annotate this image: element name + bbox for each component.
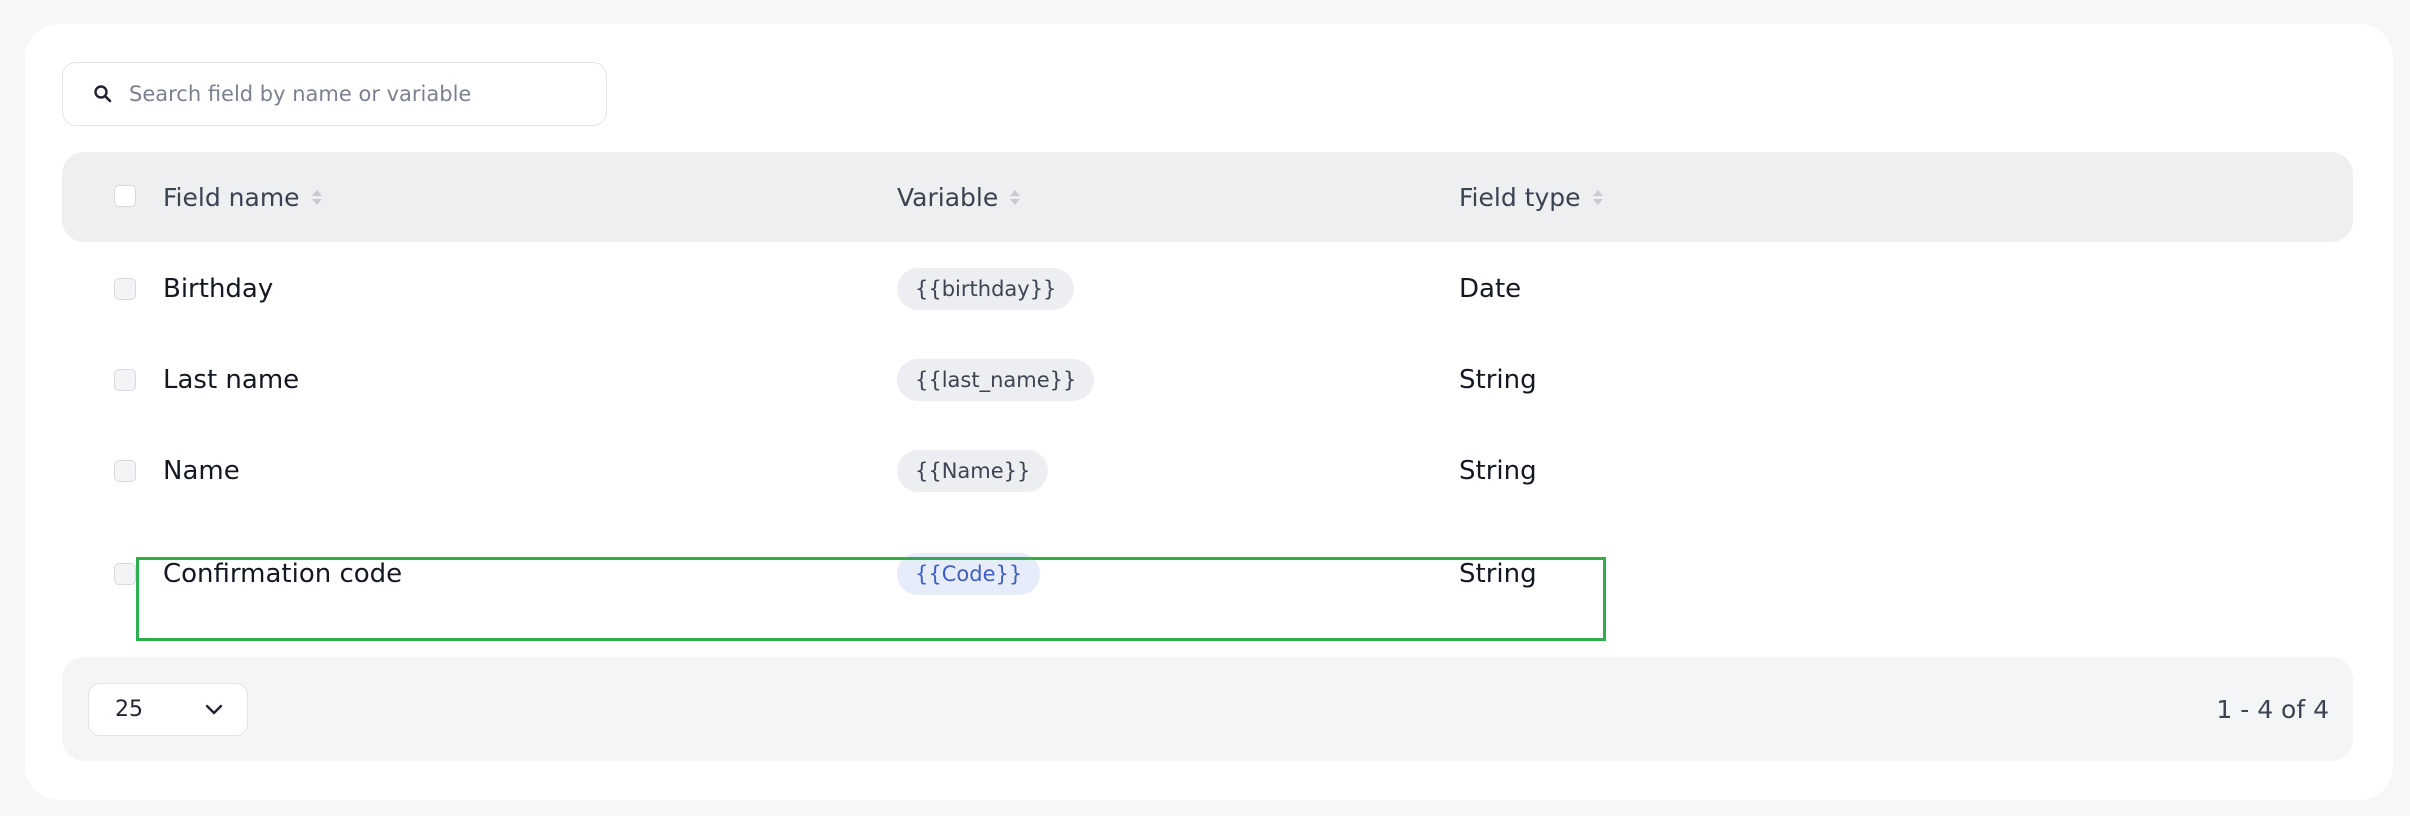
row-checkbox[interactable]: [114, 278, 136, 300]
chevron-down-icon: [205, 697, 223, 722]
variable-chip[interactable]: {{Name}}: [897, 450, 1049, 492]
sort-icon[interactable]: [1592, 189, 1603, 205]
table-footer: 25 1 - 4 of 4: [62, 657, 2353, 761]
column-header-label: Field type: [1459, 182, 1581, 212]
field-name-cell: Birthday: [163, 274, 274, 304]
field-type-cell: String: [1459, 456, 1537, 486]
page-size-value: 25: [115, 697, 143, 722]
search-input[interactable]: [129, 82, 569, 106]
column-header-variable[interactable]: Variable: [897, 152, 1021, 242]
variable-chip[interactable]: {{last_name}}: [897, 359, 1095, 401]
column-header-field-type[interactable]: Field type: [1459, 152, 1603, 242]
pagination-range: 1 - 4 of 4: [2216, 694, 2329, 724]
column-header-field-name[interactable]: Field name: [163, 152, 322, 242]
column-header-label: Variable: [897, 182, 999, 212]
table-row[interactable]: Last name {{last_name}} String: [62, 340, 2353, 420]
row-checkbox[interactable]: [114, 369, 136, 391]
table-row[interactable]: Birthday {{birthday}} Date: [62, 249, 2353, 329]
field-name-cell: Name: [163, 456, 240, 486]
sort-icon[interactable]: [311, 189, 322, 205]
field-name-cell: Last name: [163, 365, 300, 395]
sort-icon[interactable]: [1010, 189, 1021, 205]
field-name-cell: Confirmation code: [163, 559, 403, 589]
field-type-cell: Date: [1459, 274, 1522, 304]
field-type-cell: String: [1459, 559, 1537, 589]
select-all-checkbox[interactable]: [114, 185, 136, 207]
table-row[interactable]: Name {{Name}} String: [62, 431, 2353, 511]
variable-chip[interactable]: {{birthday}}: [897, 268, 1075, 310]
field-type-cell: String: [1459, 365, 1537, 395]
row-checkbox[interactable]: [114, 460, 136, 482]
fields-card: Field name Variable Field type Birthday …: [25, 24, 2393, 800]
variable-chip[interactable]: {{Code}}: [897, 553, 1041, 595]
search-box[interactable]: [62, 62, 607, 126]
row-checkbox[interactable]: [114, 563, 136, 585]
page-size-select[interactable]: 25: [88, 683, 248, 736]
column-header-label: Field name: [163, 182, 300, 212]
search-icon: [91, 82, 115, 106]
table-row-highlighted[interactable]: Confirmation code {{Code}} String: [62, 534, 2353, 614]
table-header: Field name Variable Field type: [62, 152, 2353, 242]
